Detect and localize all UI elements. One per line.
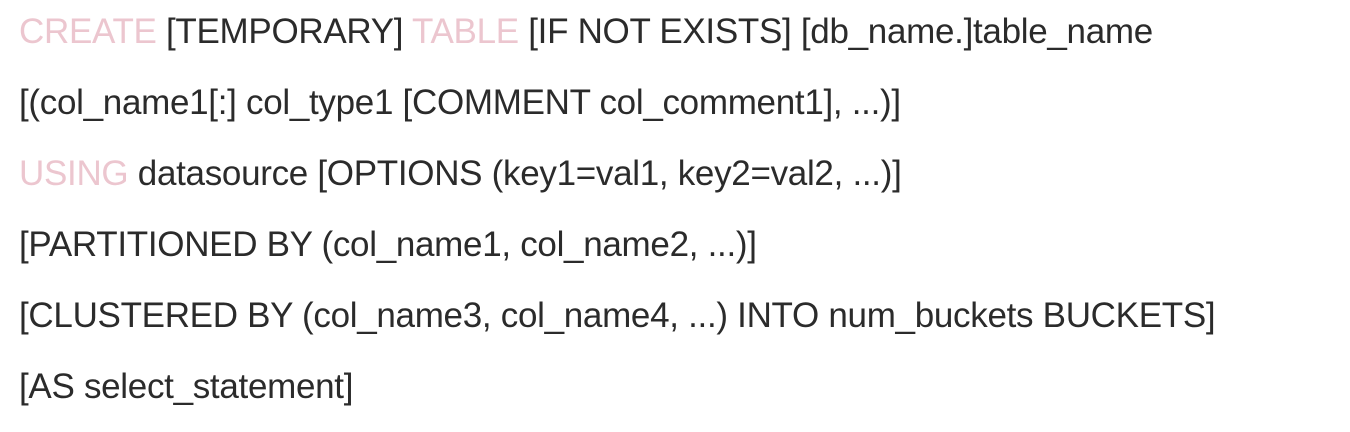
as-select-clause: [AS select_statement] [19, 367, 354, 406]
syntax-line-clustered: [CLUSTERED BY (col_name3, col_name4, ...… [19, 290, 1339, 361]
options-clause: datasource [OPTIONS (key1=val1, key2=val… [128, 154, 902, 193]
keyword-table: TABLE [412, 12, 519, 51]
syntax-line-as-select: [AS select_statement] [19, 361, 1339, 432]
temporary-clause: [TEMPORARY] [156, 12, 412, 51]
syntax-line-using: USING datasource [OPTIONS (key1=val1, ke… [19, 148, 1339, 219]
keyword-using: USING [19, 154, 129, 193]
syntax-line-create: CREATE [TEMPORARY] TABLE [IF NOT EXISTS]… [19, 6, 1339, 77]
keyword-create: CREATE [19, 12, 157, 51]
sql-create-table-syntax: CREATE [TEMPORARY] TABLE [IF NOT EXISTS]… [19, 6, 1339, 432]
clustered-by-clause: [CLUSTERED BY (col_name3, col_name4, ...… [19, 296, 1216, 335]
columns-clause: [(col_name1[:] col_type1 [COMMENT col_co… [19, 83, 901, 122]
table-name-clause: [IF NOT EXISTS] [db_name.]table_name [518, 12, 1153, 51]
partitioned-by-clause: [PARTITIONED BY (col_name1, col_name2, .… [19, 225, 757, 264]
syntax-line-partitioned: [PARTITIONED BY (col_name1, col_name2, .… [19, 219, 1339, 290]
syntax-line-columns: [(col_name1[:] col_type1 [COMMENT col_co… [19, 77, 1339, 148]
